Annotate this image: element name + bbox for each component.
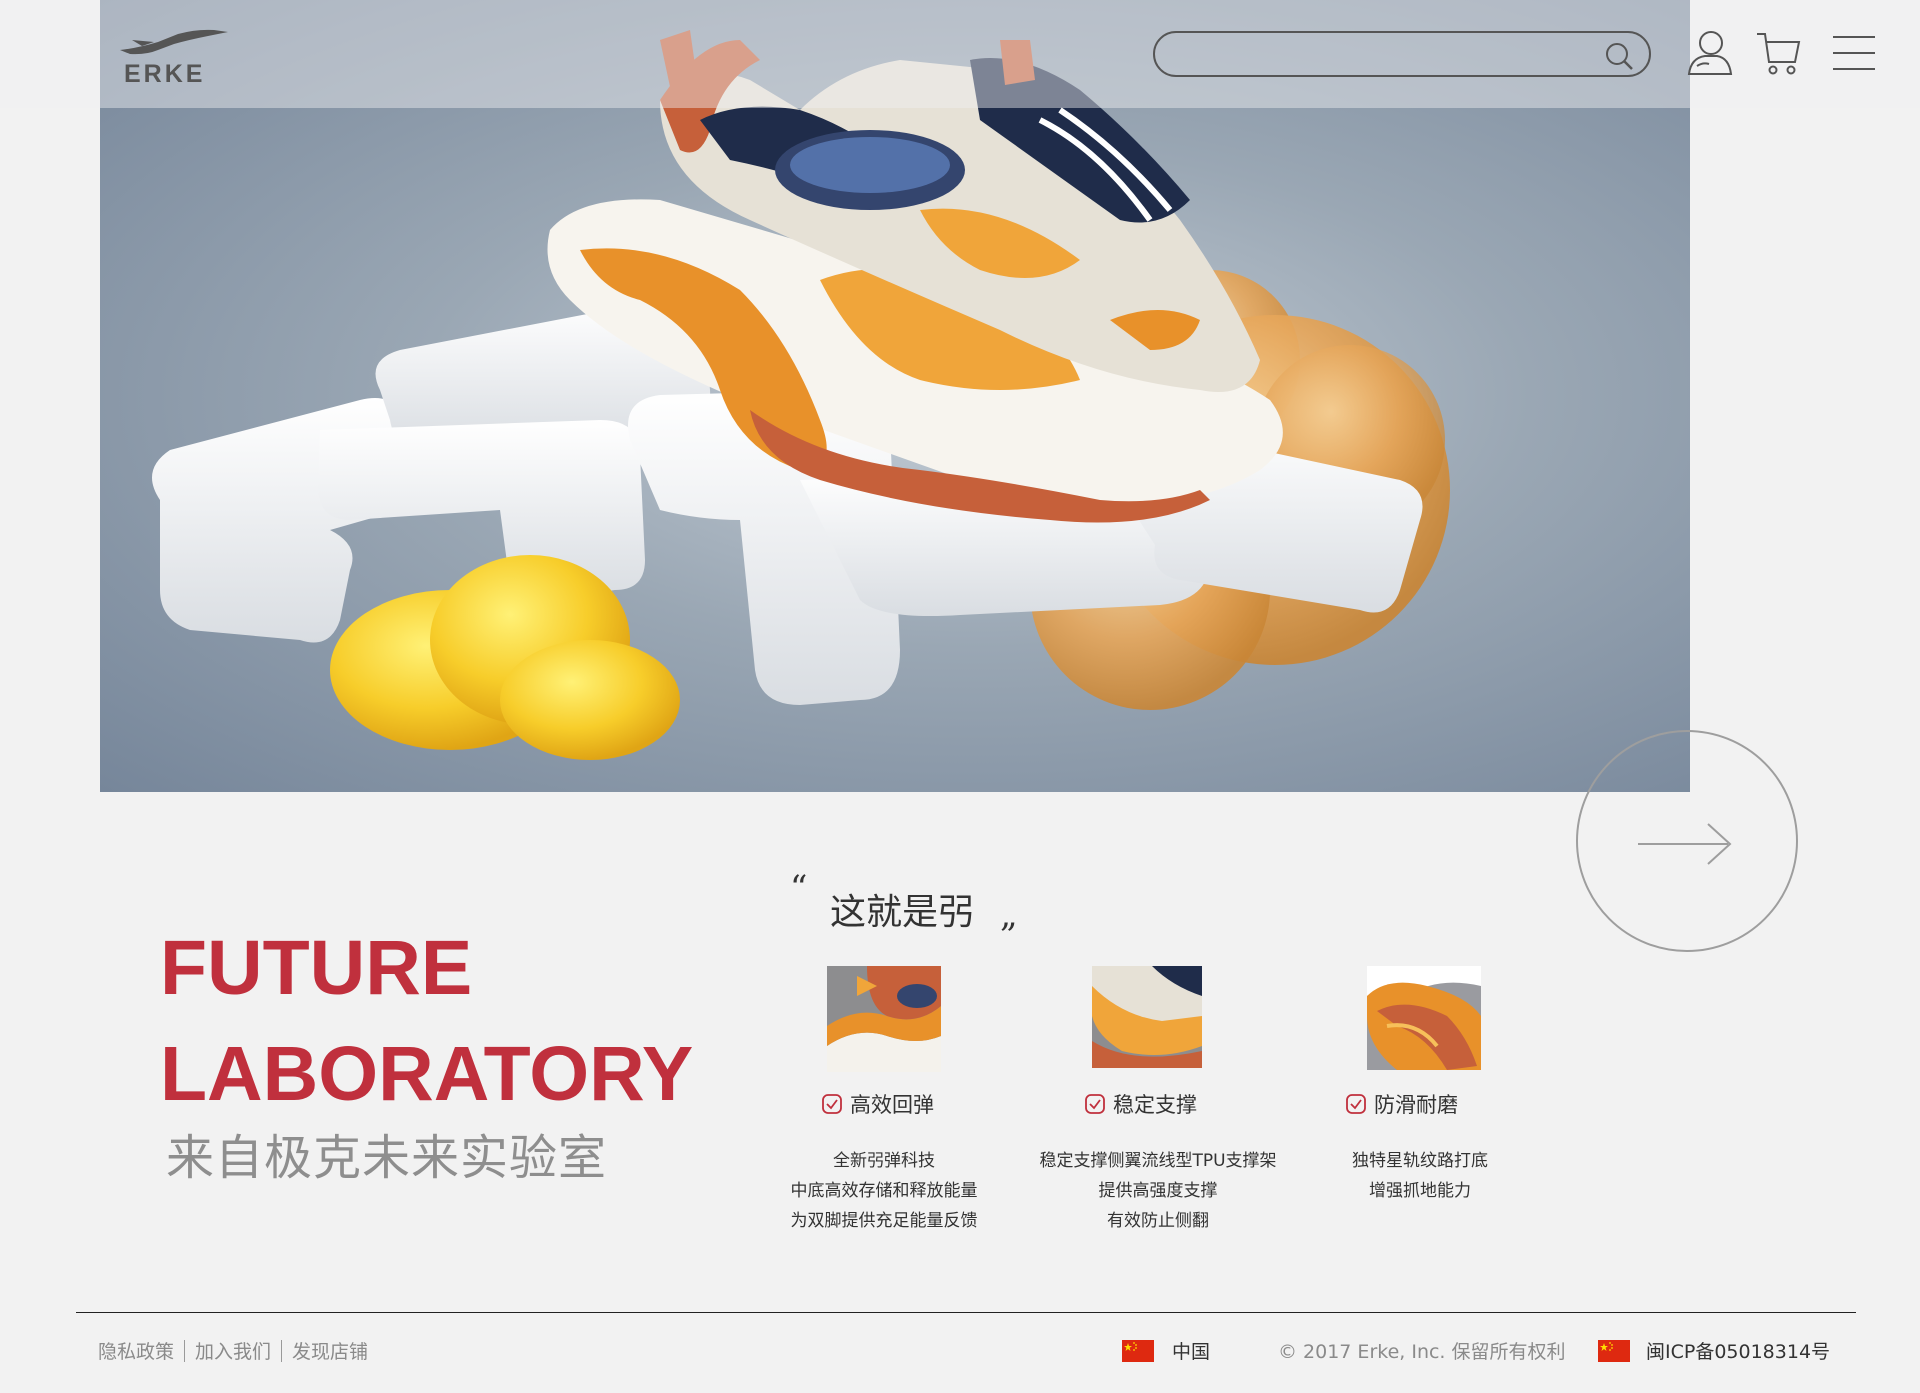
checkbox-checked-icon (1085, 1094, 1105, 1114)
footer-link-separator (281, 1339, 283, 1362)
feature-label-row: 防滑耐磨 (1346, 1089, 1458, 1119)
footer-divider (76, 1312, 1856, 1313)
checkbox-checked-icon (1346, 1094, 1366, 1114)
footer-link-separator (184, 1339, 186, 1362)
china-flag-icon (1122, 1340, 1154, 1362)
feature-thumb (827, 966, 941, 1072)
feature-thumb (1367, 966, 1481, 1070)
footer-link-privacy[interactable]: 隐私政策 (98, 1337, 174, 1364)
search-icon[interactable] (1603, 41, 1635, 71)
page-title: FUTURE LABORATORY (160, 915, 800, 1127)
title-line-2: LABORATORY (160, 1031, 694, 1117)
brand-logo[interactable]: ERKE (118, 28, 230, 92)
region-selector[interactable]: 中国 (1172, 1337, 1210, 1364)
feature-label: 高效回弹 (850, 1093, 934, 1117)
hero-shoe-illustration (152, 30, 1450, 760)
quote-text: 这就是弜 (830, 892, 975, 933)
search-input[interactable] (1175, 39, 1575, 69)
next-slide-button[interactable] (1576, 730, 1798, 952)
logo-text: ERKE (124, 60, 206, 88)
quote-open-mark: “ (790, 868, 808, 908)
feature-item-antislip: 防滑耐磨 独特星轨纹路打底 增强抓地能力 (1255, 966, 1585, 1246)
feature-label-row: 高效回弹 (822, 1089, 934, 1119)
arrow-right-icon (1638, 823, 1732, 865)
cart-icon[interactable] (1753, 28, 1805, 78)
menu-icon[interactable] (1829, 28, 1881, 78)
feature-label: 稳定支撑 (1113, 1093, 1197, 1117)
search-box[interactable] (1153, 31, 1651, 77)
user-icon[interactable] (1683, 28, 1735, 78)
page-subtitle: 来自极克未来实验室 (166, 1130, 608, 1186)
feature-description: 独特星轨纹路打底 增强抓地能力 (1352, 1151, 1488, 1201)
hero-banner[interactable] (100, 0, 1690, 792)
feature-label: 防滑耐磨 (1374, 1093, 1458, 1117)
footer-link-find-store[interactable]: 发现店铺 (292, 1337, 368, 1364)
copyright-text: © 2017 Erke, Inc. 保留所有权利 (1278, 1341, 1566, 1363)
title-line-1: FUTURE (160, 925, 473, 1011)
checkbox-checked-icon (822, 1094, 842, 1114)
footer-links: 隐私政策 加入我们 发现店铺 (98, 1337, 368, 1364)
icp-license-text[interactable]: 闽ICP备05018314号 (1646, 1337, 1830, 1364)
erke-swoosh-icon (120, 29, 228, 55)
footer-link-join-us[interactable]: 加入我们 (195, 1337, 271, 1364)
china-flag-icon (1598, 1340, 1630, 1362)
feature-thumb (1092, 966, 1202, 1068)
quote-close-mark: „ (1000, 895, 1018, 935)
feature-label-row: 稳定支撑 (1085, 1089, 1197, 1119)
